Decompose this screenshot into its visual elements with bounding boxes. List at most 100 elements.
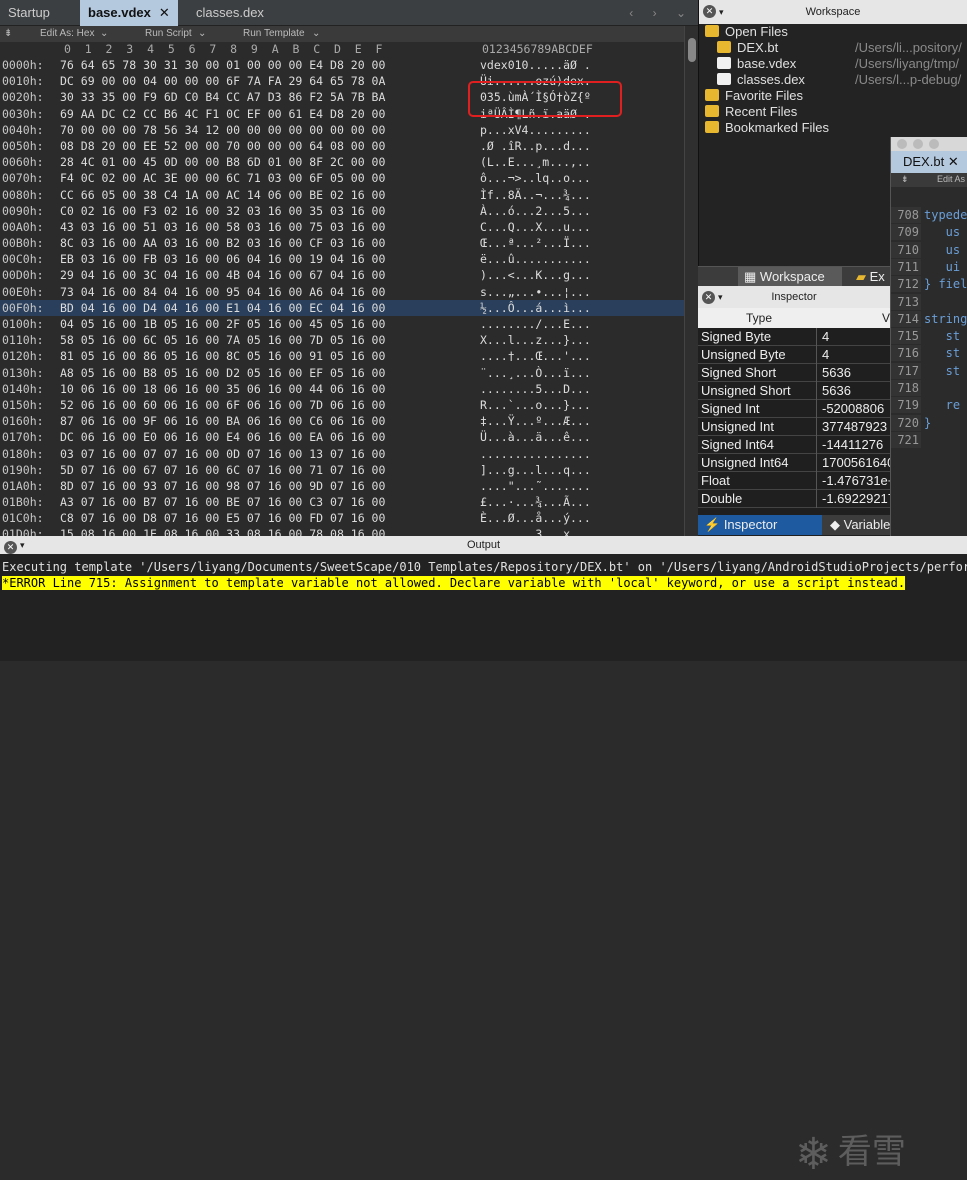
value-column-header[interactable]: V	[882, 311, 890, 325]
window-minimize-button[interactable]	[913, 139, 923, 149]
row-hex-bytes[interactable]: C8 07 16 00 D8 07 16 00 E5 07 16 00 FD 0…	[60, 510, 385, 526]
row-ascii[interactable]: ................	[480, 446, 591, 462]
inspector-value[interactable]: -1.476731e+20	[822, 472, 890, 490]
hex-row[interactable]: 00D0h: 29 04 16 00 3C 04 16 00 4B 04 16 0…	[0, 267, 684, 283]
row-hex-bytes[interactable]: DC 69 00 00 04 00 00 00 6F 7A FA 29 64 6…	[60, 73, 385, 89]
row-ascii[interactable]: ½...Ô...á...ì...	[480, 300, 591, 316]
code-line[interactable]: 719 re	[891, 397, 967, 414]
hex-row[interactable]: 00A0h: 43 03 16 00 51 03 16 00 58 03 16 0…	[0, 219, 684, 235]
row-hex-bytes[interactable]: 69 AA DC C2 CC B6 4C F1 0C EF 00 61 E4 D…	[60, 106, 385, 122]
hex-row[interactable]: 0090h: C0 02 16 00 F3 02 16 00 32 03 16 0…	[0, 203, 684, 219]
open-file-dex-bt[interactable]: DEX.bt	[717, 40, 778, 55]
tab-navigation-icons[interactable]: ‹ › ⌄	[629, 0, 694, 26]
row-ascii[interactable]: ....†...Œ...'...	[480, 348, 591, 364]
code-line[interactable]: 718	[891, 380, 967, 396]
inspector-value[interactable]: 5636	[822, 364, 890, 382]
code-text[interactable]: } fiel	[924, 276, 967, 292]
open-files-node[interactable]: Open Files	[705, 24, 788, 39]
row-hex-bytes[interactable]: 76 64 65 78 30 31 30 00 01 00 00 00 E4 D…	[60, 57, 385, 73]
code-text[interactable]: string	[924, 311, 967, 327]
row-ascii[interactable]: X...l...z...}...	[480, 332, 591, 348]
inspector-value[interactable]: -52008806	[822, 400, 890, 418]
row-ascii[interactable]: ë...û...........	[480, 251, 591, 267]
hex-row[interactable]: 0060h: 28 4C 01 00 45 0D 00 00 B8 6D 01 0…	[0, 154, 684, 170]
row-hex-bytes[interactable]: DC 06 16 00 E0 06 16 00 E4 06 16 00 EA 0…	[60, 429, 385, 445]
row-hex-bytes[interactable]: 73 04 16 00 84 04 16 00 95 04 16 00 A6 0…	[60, 284, 385, 300]
code-line[interactable]: 708 typede	[891, 207, 967, 223]
tab-inspector[interactable]: ⚡ Inspector	[698, 515, 822, 535]
hex-row[interactable]: 00E0h: 73 04 16 00 84 04 16 00 95 04 16 0…	[0, 284, 684, 300]
hex-row[interactable]: 0120h: 81 05 16 00 86 05 16 00 8C 05 16 0…	[0, 348, 684, 364]
edit-as-dropdown-icon[interactable]: ⌄	[100, 28, 108, 39]
code-text[interactable]: st	[924, 363, 960, 379]
hex-row[interactable]: 0000h: 76 64 65 78 30 31 30 00 01 00 00 0…	[0, 57, 684, 73]
inspector-row[interactable]: Unsigned Int64 1700561640316155238	[698, 454, 890, 472]
scrollbar-thumb[interactable]	[688, 38, 696, 62]
row-ascii[interactable]: R...`...o...}...	[480, 397, 591, 413]
run-script-menu[interactable]: Run Script	[145, 28, 192, 39]
inspector-value[interactable]: 4	[822, 346, 890, 364]
inspector-row[interactable]: Unsigned Byte 4	[698, 346, 890, 364]
row-hex-bytes[interactable]: 03 07 16 00 07 07 16 00 0D 07 16 00 13 0…	[60, 446, 385, 462]
panel-menu-icon[interactable]: ▾	[718, 286, 723, 308]
row-hex-bytes[interactable]: 08 D8 20 00 EE 52 00 00 70 00 00 00 64 0…	[60, 138, 385, 154]
tab-base-vdex[interactable]: base.vdex ✕	[80, 0, 178, 26]
hex-row[interactable]: 0150h: 52 06 16 00 60 06 16 00 6F 06 16 0…	[0, 397, 684, 413]
row-ascii[interactable]: Ìf..8Ä..¬...¾...	[480, 187, 591, 203]
edit-as-menu[interactable]: Edit As	[937, 174, 965, 184]
code-text[interactable]: st	[924, 328, 960, 344]
row-ascii[interactable]: È...Ø...å...ý...	[480, 510, 591, 526]
row-hex-bytes[interactable]: 15 08 16 00 1E 08 16 00 33 08 16 00 78 0…	[60, 526, 385, 536]
code-line[interactable]: 715 st	[891, 328, 967, 345]
run-template-dropdown-icon[interactable]: ⌄	[312, 28, 320, 39]
row-ascii[interactable]: p...xV4.........	[480, 122, 591, 138]
code-line[interactable]: 721	[891, 431, 967, 448]
row-hex-bytes[interactable]: 28 4C 01 00 45 0D 00 00 B8 6D 01 00 8F 2…	[60, 154, 385, 170]
row-ascii[interactable]: vdex010.....äØ .	[480, 57, 591, 73]
row-hex-bytes[interactable]: EB 03 16 00 FB 03 16 00 06 04 16 00 19 0…	[60, 251, 385, 267]
code-line[interactable]: 714 string	[891, 310, 967, 327]
window-zoom-button[interactable]	[929, 139, 939, 149]
inspector-row[interactable]: Unsigned Short 5636	[698, 382, 890, 400]
inspector-row[interactable]: Double -1.6922921790211e+212	[698, 490, 890, 508]
row-hex-bytes[interactable]: CC 66 05 00 38 C4 1A 00 AC 14 06 00 BE 0…	[60, 187, 385, 203]
code-line[interactable]: 710 us	[891, 241, 967, 258]
hex-row[interactable]: 01D0h: 15 08 16 00 1E 08 16 00 33 08 16 0…	[0, 526, 684, 536]
code-line[interactable]: 717 st	[891, 362, 967, 379]
row-hex-bytes[interactable]: F4 0C 02 00 AC 3E 00 00 6C 71 03 00 6F 0…	[60, 170, 385, 186]
edit-as-menu[interactable]: Edit As: Hex	[40, 28, 94, 39]
panel-menu-icon[interactable]: ▾	[719, 0, 724, 24]
run-template-menu[interactable]: Run Template	[243, 28, 305, 39]
row-hex-bytes[interactable]: 10 06 16 00 18 06 16 00 35 06 16 00 44 0…	[60, 381, 385, 397]
hex-row[interactable]: 0130h: A8 05 16 00 B8 05 16 00 D2 05 16 0…	[0, 365, 684, 381]
tab-workspace[interactable]: ▦ Workspace	[738, 267, 842, 287]
hex-row[interactable]: 01C0h: C8 07 16 00 D8 07 16 00 E5 07 16 0…	[0, 510, 684, 526]
row-ascii[interactable]: ‡...Ÿ...º...Æ...	[480, 413, 591, 429]
row-ascii[interactable]: s...„...•...¦...	[480, 284, 591, 300]
row-ascii[interactable]: Œ...ª...²...Ï...	[480, 235, 591, 251]
row-ascii[interactable]: ......../...E...	[480, 316, 591, 332]
code-text[interactable]: }	[924, 415, 931, 431]
row-ascii[interactable]: )...<...K...g...	[480, 267, 591, 283]
row-ascii[interactable]: C...Q...X...u...	[480, 219, 591, 235]
hex-row[interactable]: 0110h: 58 05 16 00 6C 05 16 00 7A 05 16 0…	[0, 332, 684, 348]
row-ascii[interactable]: £...·...¾...Ã...	[480, 494, 591, 510]
row-ascii[interactable]: Ü...à...ä...ê...	[480, 429, 591, 445]
code-text[interactable]: re	[924, 397, 960, 413]
close-icon[interactable]: ✕	[703, 5, 716, 18]
panel-menu-icon[interactable]: ▾	[20, 536, 25, 554]
tab-classes-dex[interactable]: classes.dex	[188, 0, 272, 26]
row-ascii[interactable]: ¨...¸...Ò...ï...	[480, 365, 591, 381]
collapse-icon[interactable]: ⇟	[901, 174, 909, 185]
inspector-value[interactable]: -14411276	[822, 436, 890, 454]
bookmarked-files-node[interactable]: Bookmarked Files	[705, 120, 829, 135]
open-file-base-vdex[interactable]: base.vdex	[717, 56, 796, 71]
hex-row[interactable]: 00B0h: 8C 03 16 00 AA 03 16 00 B2 03 16 0…	[0, 235, 684, 251]
row-ascii[interactable]: ô...¬>..lq..o...	[480, 170, 591, 186]
row-hex-bytes[interactable]: A8 05 16 00 B8 05 16 00 D2 05 16 00 EF 0…	[60, 365, 385, 381]
row-ascii[interactable]: (L..E...¸m...,..	[480, 154, 591, 170]
hex-row[interactable]: 00F0h: BD 04 16 00 D4 04 16 00 E1 04 16 0…	[0, 299, 684, 316]
hex-row[interactable]: 0140h: 10 06 16 00 18 06 16 00 35 06 16 0…	[0, 381, 684, 397]
row-hex-bytes[interactable]: 8D 07 16 00 93 07 16 00 98 07 16 00 9D 0…	[60, 478, 385, 494]
hex-row[interactable]: 0190h: 5D 07 16 00 67 07 16 00 6C 07 16 0…	[0, 462, 684, 478]
